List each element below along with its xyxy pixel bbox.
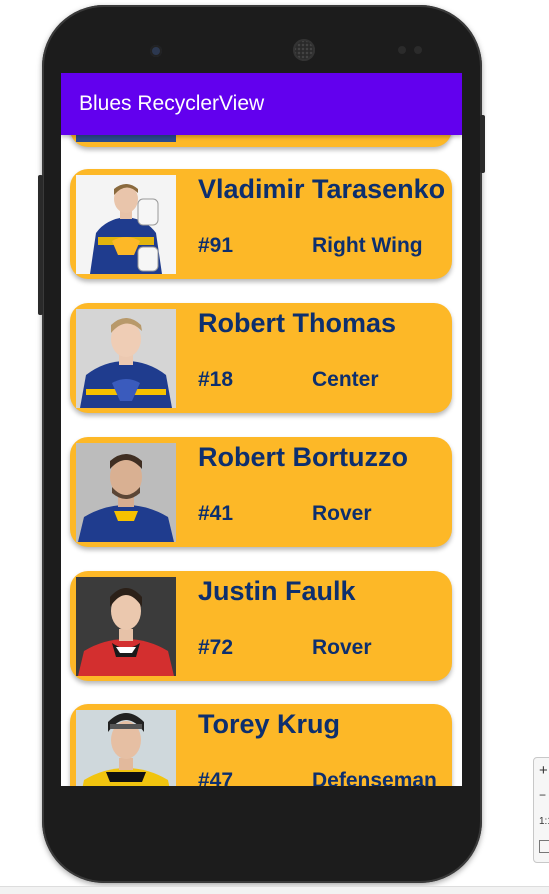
player-card[interactable]: Robert Thomas #18 Center: [70, 303, 452, 413]
player-position: Rover: [312, 636, 372, 659]
earpiece-speaker-icon: [293, 39, 315, 61]
player-number: #72: [198, 636, 234, 659]
player-card[interactable]: Robert Bortuzzo #41 Rover: [70, 437, 452, 547]
player-recycler-view[interactable]: Vladimir Tarasenko #91 Right Wing Robert…: [61, 73, 462, 786]
player-card[interactable]: Torey Krug #47 Defenseman: [70, 704, 452, 786]
front-camera-icon: [150, 45, 162, 57]
player-name: Torey Krug: [198, 709, 341, 739]
zoom-ratio-button[interactable]: 1:1: [539, 816, 549, 827]
player-number: #18: [198, 368, 234, 391]
player-number: #47: [198, 769, 234, 786]
player-photo: [76, 443, 176, 542]
zoom-out-button[interactable]: −: [539, 788, 546, 802]
app-title: Blues RecyclerView: [79, 92, 265, 115]
phone-volume-button: [38, 175, 43, 315]
app-bar: Blues RecyclerView: [61, 73, 462, 135]
player-position: Rover: [312, 502, 372, 525]
player-name: Justin Faulk: [198, 576, 356, 606]
player-number: #41: [198, 502, 234, 525]
player-card[interactable]: Vladimir Tarasenko #91 Right Wing: [70, 169, 452, 279]
player-photo: [76, 175, 176, 274]
player-photo: [76, 309, 176, 408]
app-screen: Blues RecyclerView Vladimir Tarasenko #9…: [61, 73, 462, 786]
player-position: Center: [312, 368, 379, 391]
phone-power-button: [480, 115, 485, 173]
zoom-controls-panel: + − 1:1: [533, 757, 549, 863]
zoom-in-button[interactable]: +: [539, 762, 548, 779]
player-name: Vladimir Tarasenko: [198, 174, 446, 204]
player-name: Robert Thomas: [198, 308, 397, 338]
player-number: #91: [198, 234, 234, 257]
player-photo: [76, 710, 176, 786]
fit-screen-icon[interactable]: [539, 840, 549, 853]
player-card[interactable]: Justin Faulk #72 Rover: [70, 571, 452, 681]
player-name: Robert Bortuzzo: [198, 442, 408, 472]
player-position: Right Wing: [312, 234, 423, 257]
proximity-sensor-icon: [398, 46, 406, 54]
player-photo: [76, 577, 176, 676]
player-position: Defenseman: [312, 769, 437, 786]
light-sensor-icon: [414, 46, 422, 54]
